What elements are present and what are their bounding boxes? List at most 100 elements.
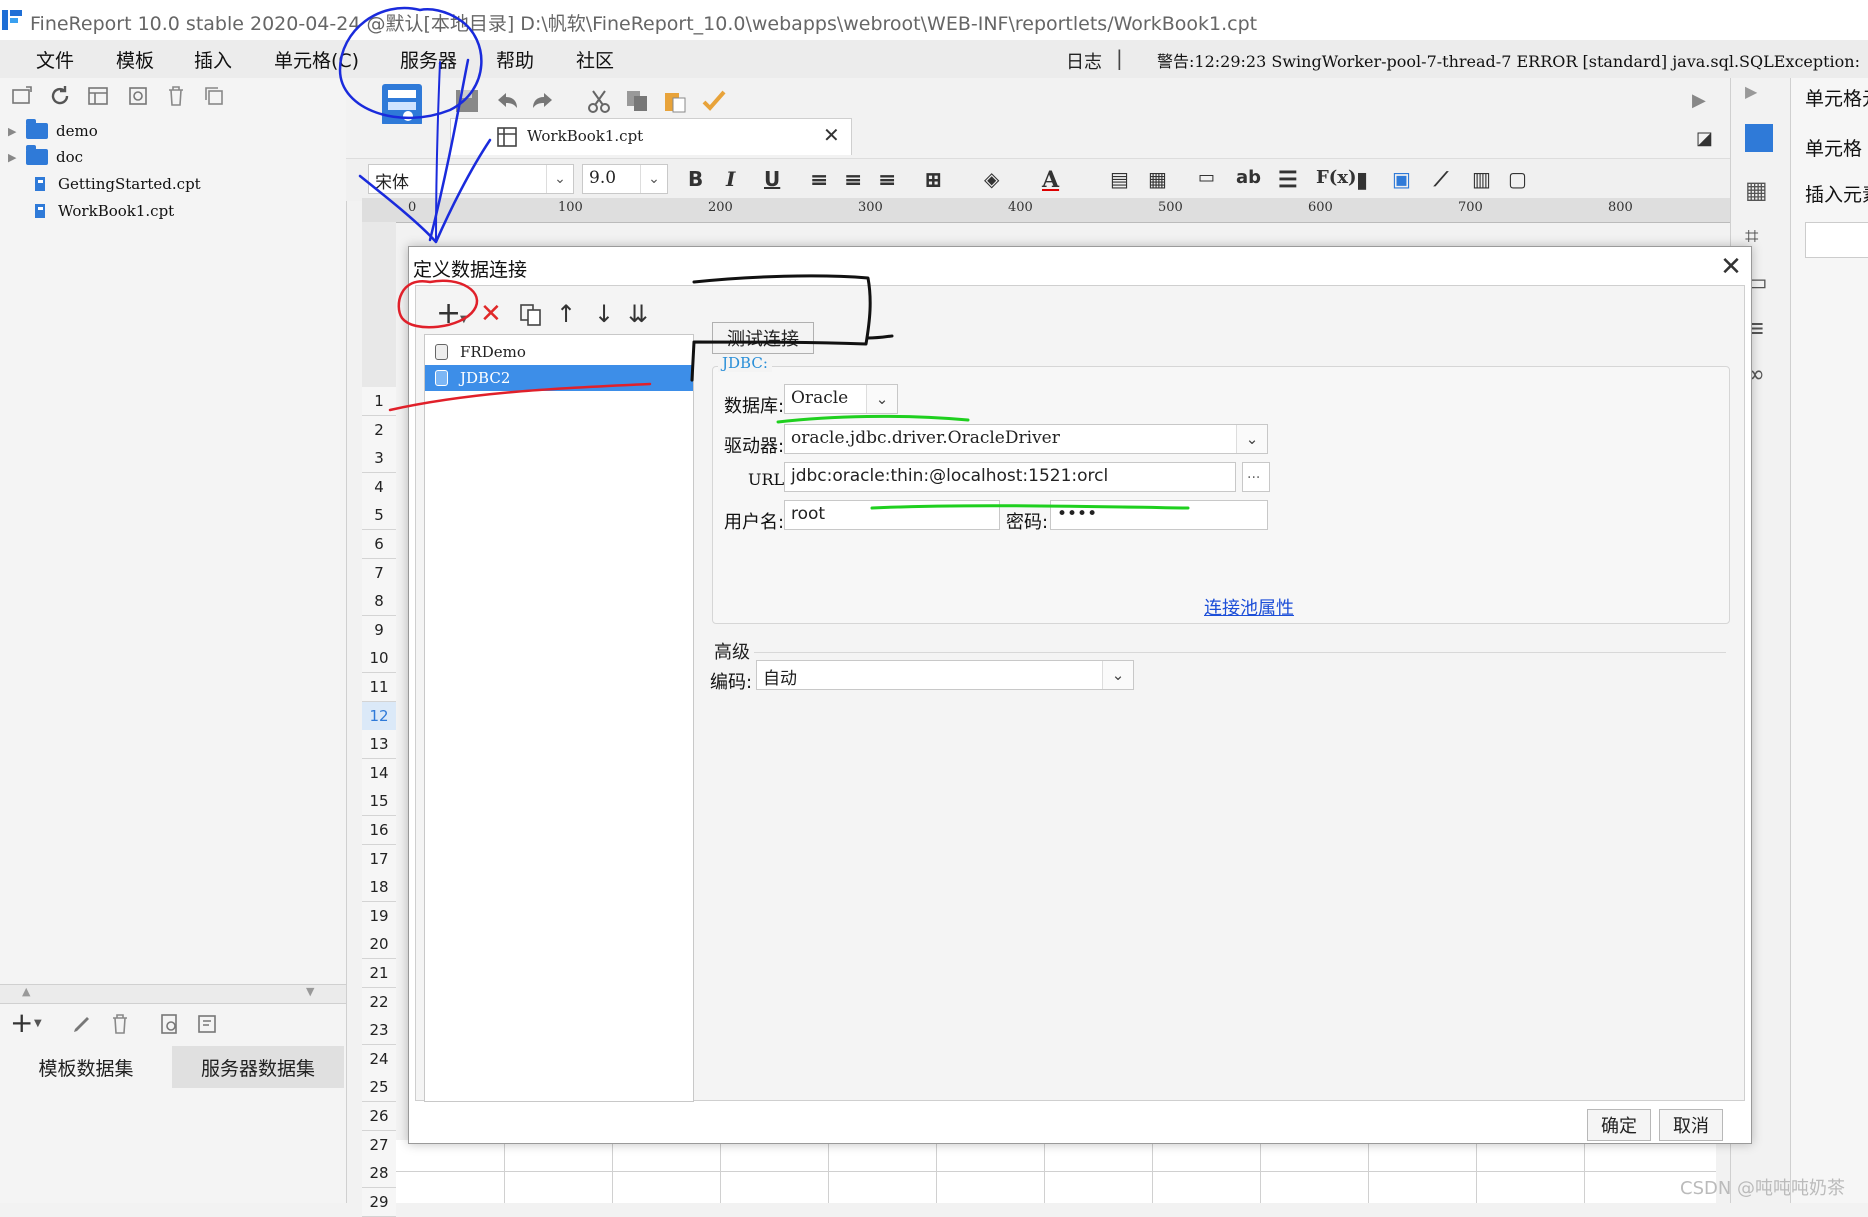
tab-server-dataset[interactable]: 服务器数据集 — [172, 1046, 344, 1088]
row-number[interactable]: 27 — [362, 1130, 396, 1160]
expand-arrow-icon[interactable]: ▶ — [8, 125, 20, 138]
dataset-settings-icon[interactable] — [196, 1012, 220, 1036]
delete-connection-icon[interactable]: ✕ — [480, 300, 502, 328]
row-number[interactable]: 26 — [362, 1102, 396, 1131]
menu-server[interactable]: 服务器 — [400, 46, 457, 73]
ok-button[interactable]: 确定 — [1587, 1109, 1651, 1141]
chevron-down-icon[interactable]: ⌄ — [866, 385, 897, 413]
row-number[interactable]: 19 — [362, 901, 396, 931]
paste-icon[interactable] — [662, 88, 688, 114]
menu-template[interactable]: 模板 — [116, 46, 154, 73]
chevron-down-icon[interactable]: ⌄ — [1102, 661, 1133, 689]
close-icon[interactable]: ✕ — [1713, 249, 1749, 285]
menu-file[interactable]: 文件 — [36, 46, 74, 73]
dropdown-arrow-icon[interactable]: ▼ — [34, 1018, 42, 1029]
slash-icon[interactable]: ⟋ — [1434, 167, 1448, 191]
preview-icon[interactable] — [158, 1012, 182, 1036]
row-number[interactable]: 4 — [362, 472, 396, 502]
font-family-select[interactable]: 宋体 ⌄ — [368, 164, 574, 194]
align-center-icon[interactable]: ≡ — [844, 167, 862, 193]
move-down-icon[interactable]: ↓ — [594, 300, 614, 328]
right-panel-insert-element[interactable]: 插入元素 — [1805, 180, 1868, 207]
row-number[interactable]: 23 — [362, 1016, 396, 1046]
chevron-down-icon[interactable]: ⌄ — [1236, 425, 1267, 453]
split-cells-icon[interactable]: ▦ — [1148, 167, 1167, 191]
connection-pool-link[interactable]: 连接池属性 — [1204, 594, 1294, 620]
tab-menu-icon[interactable]: ◪ — [1696, 128, 1713, 149]
tree-item-workbook1[interactable]: WorkBook1.cpt — [8, 198, 174, 224]
textbox-icon[interactable]: ▭ — [1198, 167, 1215, 188]
row-number[interactable]: 16 — [362, 816, 396, 845]
list-item-jdbc2[interactable]: JDBC2 — [425, 365, 693, 391]
row-number[interactable]: 17 — [362, 844, 396, 874]
row-number[interactable]: 18 — [362, 873, 396, 903]
row-number[interactable]: 5 — [362, 501, 396, 531]
document-tab[interactable]: WorkBook1.cpt ✕ — [450, 118, 852, 155]
edit-icon[interactable] — [70, 1012, 94, 1036]
add-dataset-icon[interactable]: + — [10, 1006, 33, 1039]
menu-cell[interactable]: 单元格(C) — [274, 46, 359, 73]
row-number[interactable]: 21 — [362, 959, 396, 988]
rich-text-icon[interactable]: ☰ — [1278, 167, 1298, 193]
undo-icon[interactable] — [494, 88, 520, 114]
chart-icon[interactable]: ▮ — [1356, 167, 1368, 193]
list-item-frdemo[interactable]: FRDemo — [425, 339, 693, 365]
driver-select[interactable]: oracle.jdbc.driver.OracleDriver ⌄ — [784, 424, 1268, 454]
float-element-icon[interactable]: ▢ — [1508, 167, 1527, 191]
delete-icon[interactable] — [164, 84, 188, 108]
formula-icon[interactable]: F(x) — [1316, 167, 1357, 188]
password-input[interactable]: •••• — [1050, 500, 1268, 530]
align-left-icon[interactable]: ≡ — [810, 167, 828, 193]
sort-icon[interactable]: ⇊ — [628, 300, 648, 328]
copy-cell-icon[interactable] — [624, 88, 650, 114]
row-number[interactable]: 6 — [362, 530, 396, 559]
copy-connection-icon[interactable] — [518, 302, 544, 328]
tree-item-doc[interactable]: ▶ doc — [8, 144, 83, 170]
close-tab-icon[interactable]: ✕ — [823, 123, 840, 147]
chevron-down-icon[interactable]: ⌄ — [546, 165, 573, 193]
font-size-select[interactable]: 9.0 ⌄ — [582, 164, 668, 194]
text-icon[interactable]: ab — [1236, 167, 1261, 188]
cell-attributes-icon[interactable] — [1745, 124, 1773, 152]
expand-right-icon[interactable]: ▶ — [1692, 90, 1706, 111]
font-color-icon[interactable]: A — [1042, 167, 1059, 193]
row-number[interactable]: 10 — [362, 644, 396, 674]
italic-icon[interactable]: I — [726, 167, 735, 191]
format-painter-icon[interactable] — [700, 88, 726, 114]
cell-element-icon[interactable]: ▦ — [1745, 176, 1768, 204]
row-number[interactable]: 9 — [362, 615, 396, 645]
expand-arrow-icon[interactable]: ▶ — [8, 151, 20, 164]
align-right-icon[interactable]: ≡ — [878, 167, 896, 193]
row-number[interactable]: 28 — [362, 1159, 396, 1189]
row-number[interactable]: 1 — [362, 387, 396, 416]
bold-icon[interactable]: B — [688, 167, 703, 191]
chevron-down-icon[interactable]: ⌄ — [640, 165, 667, 193]
subreport-icon[interactable]: ▥ — [1472, 167, 1491, 191]
row-number[interactable]: 12 — [362, 701, 396, 731]
database-select[interactable]: Oracle ⌄ — [784, 384, 898, 414]
row-number[interactable]: 2 — [362, 415, 396, 445]
tab-template-dataset[interactable]: 模板数据集 — [0, 1046, 172, 1088]
row-number[interactable]: 14 — [362, 758, 396, 788]
spreadsheet-grid[interactable] — [396, 1140, 1716, 1203]
row-number[interactable]: 11 — [362, 673, 396, 702]
cancel-button[interactable]: 取消 — [1659, 1109, 1723, 1141]
settings-icon[interactable] — [126, 84, 150, 108]
refresh-icon[interactable] — [48, 84, 72, 108]
row-number[interactable]: 13 — [362, 730, 396, 760]
row-number[interactable]: 7 — [362, 558, 396, 588]
collapse-up-icon[interactable]: ▲ — [22, 985, 30, 998]
row-number[interactable]: 20 — [362, 930, 396, 960]
row-number[interactable]: 15 — [362, 787, 396, 817]
url-browse-button[interactable]: ... — [1242, 462, 1270, 492]
underline-icon[interactable]: U — [764, 167, 780, 191]
save-icon[interactable] — [454, 88, 480, 114]
border-icon[interactable]: ⊞ — [924, 167, 942, 193]
menu-help[interactable]: 帮助 — [496, 46, 534, 73]
test-connection-button[interactable]: 测试连接 — [712, 322, 814, 354]
row-number[interactable]: 25 — [362, 1073, 396, 1103]
right-panel-cell[interactable]: 单元格 — [1805, 134, 1862, 161]
new-folder-icon[interactable] — [10, 84, 34, 108]
log-label[interactable]: 日志 — [1066, 48, 1102, 74]
cut-icon[interactable] — [586, 88, 612, 114]
